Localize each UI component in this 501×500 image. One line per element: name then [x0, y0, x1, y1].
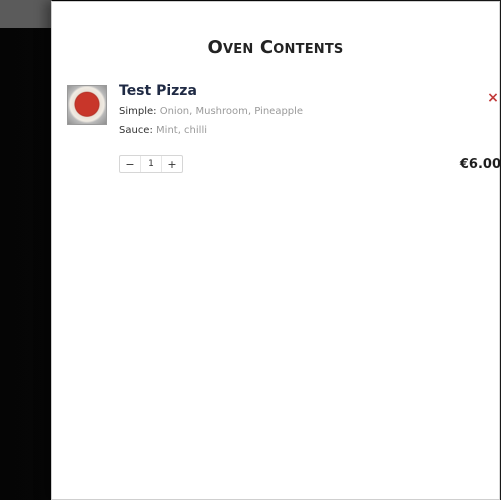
quantity-value: 1: [140, 156, 162, 172]
plus-icon: +: [167, 157, 177, 171]
sauce-value: Mint, chilli: [156, 125, 208, 136]
panel-title: Oven Contents: [207, 37, 344, 58]
increment-button[interactable]: +: [162, 156, 182, 172]
cart-item: Test Pizza Simple: Onion, Mushroom, Pine…: [67, 83, 501, 177]
item-name: Test Pizza: [119, 83, 197, 99]
minus-icon: −: [125, 157, 135, 171]
sauce-label: Sauce:: [119, 125, 153, 136]
pizza-thumbnail-icon: [67, 85, 107, 125]
quantity-stepper: − 1 +: [119, 155, 183, 173]
close-icon: ×: [487, 90, 499, 106]
oven-contents-panel: Oven Contents Test Pizza Simple: Onion, …: [51, 1, 501, 500]
backdrop-topbar: [0, 0, 52, 28]
item-sauce-line: Sauce: Mint, chilli: [119, 125, 207, 136]
decrement-button[interactable]: −: [120, 156, 140, 172]
simple-value: Onion, Mushroom, Pineapple: [159, 106, 304, 117]
item-simple-line: Simple: Onion, Mushroom, Pineapple: [119, 106, 303, 117]
item-price: €6.00: [459, 157, 501, 172]
remove-item-button[interactable]: ×: [485, 90, 501, 106]
simple-label: Simple:: [119, 106, 157, 117]
